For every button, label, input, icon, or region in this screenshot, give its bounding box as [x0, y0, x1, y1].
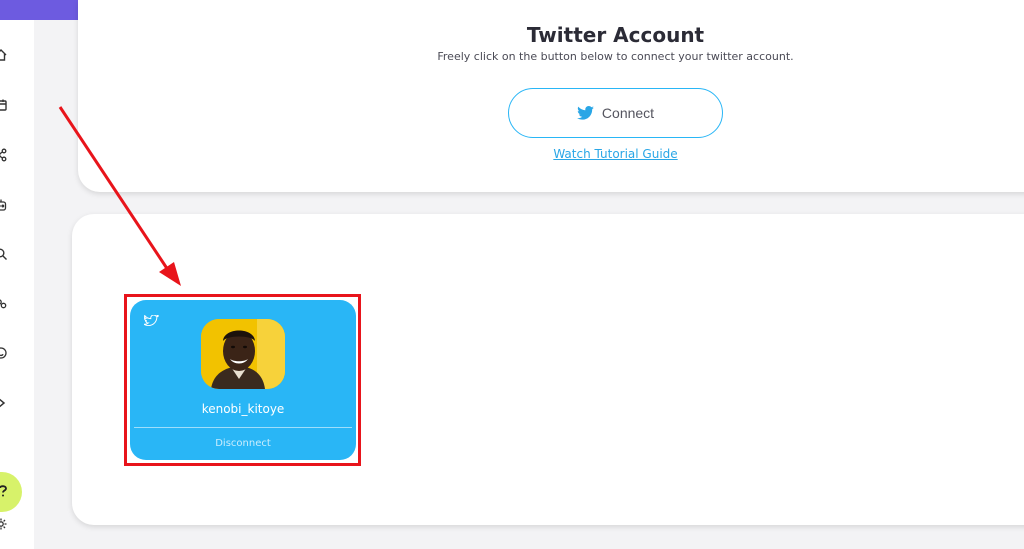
annotation-highlight-box	[124, 294, 361, 466]
page-subtitle: Freely click on the button below to conn…	[437, 50, 794, 63]
users-icon[interactable]	[0, 297, 8, 311]
page-title: Twitter Account	[526, 23, 705, 47]
help-button[interactable]	[0, 472, 22, 512]
settings-icon[interactable]	[0, 517, 8, 531]
smile-icon[interactable]	[0, 346, 8, 360]
watch-tutorial-link[interactable]: Watch Tutorial Guide	[78, 147, 1024, 161]
home-icon[interactable]	[0, 48, 8, 62]
calendar-icon[interactable]	[0, 98, 8, 112]
twitter-account-card: Twitter Account Freely click on the butt…	[78, 0, 1024, 192]
chevron-right-icon[interactable]	[0, 396, 8, 410]
share-icon[interactable]	[0, 148, 8, 162]
connect-label: Connect	[601, 105, 655, 121]
search-icon[interactable]	[0, 247, 8, 261]
bot-icon[interactable]	[0, 198, 8, 212]
twitter-icon	[577, 106, 594, 120]
help-icon	[0, 485, 7, 497]
sidebar	[0, 20, 34, 549]
connect-button[interactable]: Connect	[508, 88, 723, 138]
